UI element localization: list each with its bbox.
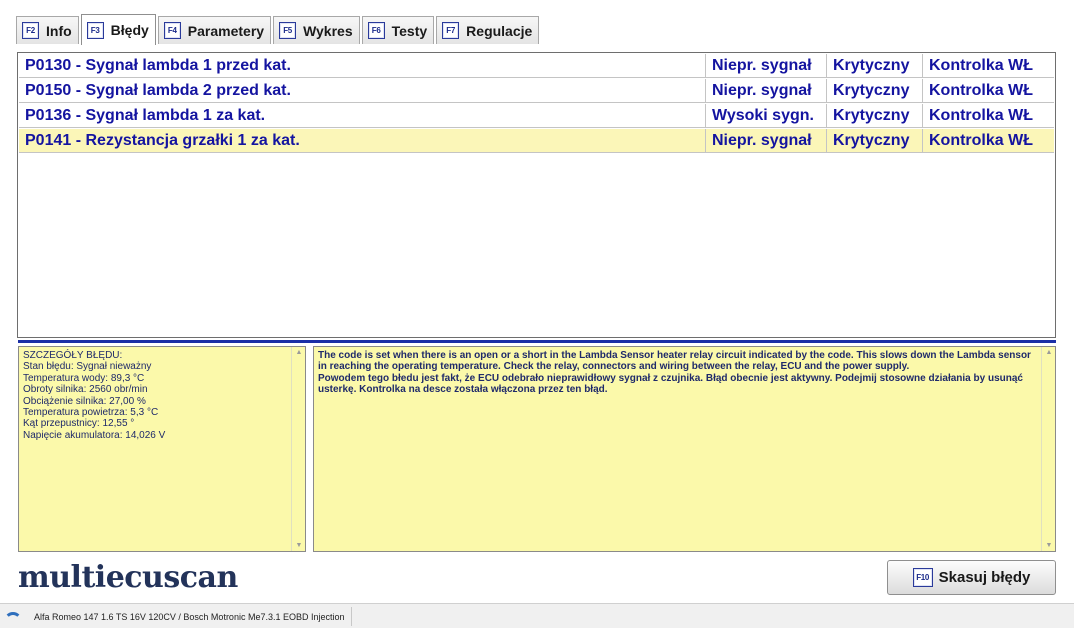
error-severity-cell: Krytyczny [826, 54, 922, 77]
error-lamp-cell: Kontrolka WŁ [922, 79, 1054, 102]
details-line: Temperatura powietrza: 5,3 °C [23, 407, 159, 419]
error-code-cell: P0150 - Sygnał lambda 2 przed kat. [25, 81, 291, 99]
error-row[interactable]: P0136 - Sygnał lambda 1 za kat. Wysoki sy… [19, 104, 1054, 128]
error-description-pane: The code is set when there is an open or… [313, 346, 1056, 552]
tab-f7[interactable]: F7 Regulacje [436, 16, 540, 44]
details-line: Napięcie akumulatora: 14,026 V [23, 429, 166, 441]
status-bar: Alfa Romeo 147 1.6 TS 16V 120CV / Bosch … [0, 603, 1074, 628]
error-code-cell: P0136 - Sygnał lambda 1 za kat. [25, 106, 266, 124]
status-corner-icon [4, 612, 22, 628]
f5-key-icon: F5 [279, 22, 297, 39]
f4-key-icon: F4 [163, 22, 181, 39]
clear-errors-button[interactable]: F10 Skasuj błędy [887, 560, 1056, 595]
splitter-bar[interactable] [18, 340, 1056, 343]
tab-f6[interactable]: F6 Testy [361, 16, 435, 44]
f10-key-icon: F10 [912, 568, 933, 587]
error-row[interactable]: P0130 - Sygnał lambda 1 przed kat. Niepr.… [19, 54, 1054, 78]
tab-label: Testy [391, 22, 428, 39]
error-status-cell: Niepr. sygnał [705, 129, 826, 152]
error-code-cell: P0141 - Rezystancja grzałki 1 za kat. [25, 131, 300, 149]
f6-key-icon: F6 [367, 22, 385, 39]
tab-f4[interactable]: F4 Parametery [157, 16, 272, 44]
description-english: The code is set when there is an open or… [318, 350, 1031, 373]
app-logo: multiecuscan [18, 560, 238, 595]
scroll-up-icon[interactable]: ▲ [292, 349, 306, 356]
clear-errors-label: Skasuj błędy [938, 569, 1031, 586]
error-description-text: The code is set when there is an open or… [318, 350, 1039, 396]
tab-label: Wykres [303, 22, 353, 39]
f2-key-icon: F2 [22, 22, 39, 39]
error-status-cell: Wysoki sygn. [705, 104, 826, 127]
tab-label: Info [46, 22, 72, 39]
details-heading: SZCZEGÓŁY BŁĘDU: [23, 350, 123, 361]
scroll-up-icon[interactable]: ▲ [1042, 349, 1056, 356]
f3-key-icon: F3 [86, 21, 104, 39]
details-line: Stan błędu: Sygnał nieważny [23, 361, 152, 373]
scroll-down-icon[interactable]: ▼ [292, 542, 306, 549]
tab-label: Parametery [187, 22, 265, 39]
error-severity-cell: Krytyczny [826, 129, 922, 152]
error-status-cell: Niepr. sygnał [705, 54, 826, 77]
tab-bar: F2 Info F3 Błędy F4 Parametery F5 Wykres F6 Testy… [16, 13, 541, 45]
error-row[interactable]: P0141 - Rezystancja grzałki 1 za kat. Nie… [19, 129, 1054, 153]
vehicle-info: Alfa Romeo 147 1.6 TS 16V 120CV / Bosch … [28, 607, 352, 626]
error-severity-cell: Krytyczny [826, 79, 922, 102]
error-code-cell: P0130 - Sygnał lambda 1 przed kat. [25, 56, 291, 74]
error-lamp-cell: Kontrolka WŁ [922, 104, 1054, 127]
error-severity-cell: Krytyczny [826, 104, 922, 127]
scroll-down-icon[interactable]: ▼ [1042, 542, 1056, 549]
details-line: Kąt przepustnicy: 12,55 ° [23, 418, 135, 430]
error-row[interactable]: P0150 - Sygnał lambda 2 przed kat. Niepr.… [19, 79, 1054, 103]
tab-label: Regulacje [466, 22, 533, 39]
details-scrollbar[interactable]: ▲ ▼ [291, 347, 305, 551]
tab-f3[interactable]: F3 Błędy [80, 14, 156, 45]
tab-f5[interactable]: F5 Wykres [273, 16, 360, 44]
tab-label: Błędy [110, 22, 149, 38]
details-line: Obroty silnika: 2560 obr/min [23, 384, 148, 396]
description-polish: Powodem tego błedu jest fakt, że ECU ode… [318, 372, 1023, 396]
description-scrollbar[interactable]: ▲ ▼ [1041, 347, 1055, 551]
error-lamp-cell: Kontrolka WŁ [922, 54, 1054, 77]
details-line: Obciążenie silnika: 27,00 % [23, 395, 146, 407]
f7-key-icon: F7 [442, 22, 460, 39]
error-lamp-cell: Kontrolka WŁ [922, 129, 1054, 152]
tab-f2[interactable]: F2 Info [16, 16, 79, 44]
error-details-pane: SZCZEGÓŁY BŁĘDU: Stan błędu: Sygnał niewa… [18, 346, 306, 552]
details-line: Temperatura wody: 89,3 °C [23, 372, 145, 384]
error-list: P0130 - Sygnał lambda 1 przed kat. Niepr.… [17, 52, 1056, 338]
error-status-cell: Niepr. sygnał [705, 79, 826, 102]
error-details-text: SZCZEGÓŁY BŁĘDU: Stan błędu: Sygnał niewa… [23, 350, 289, 441]
